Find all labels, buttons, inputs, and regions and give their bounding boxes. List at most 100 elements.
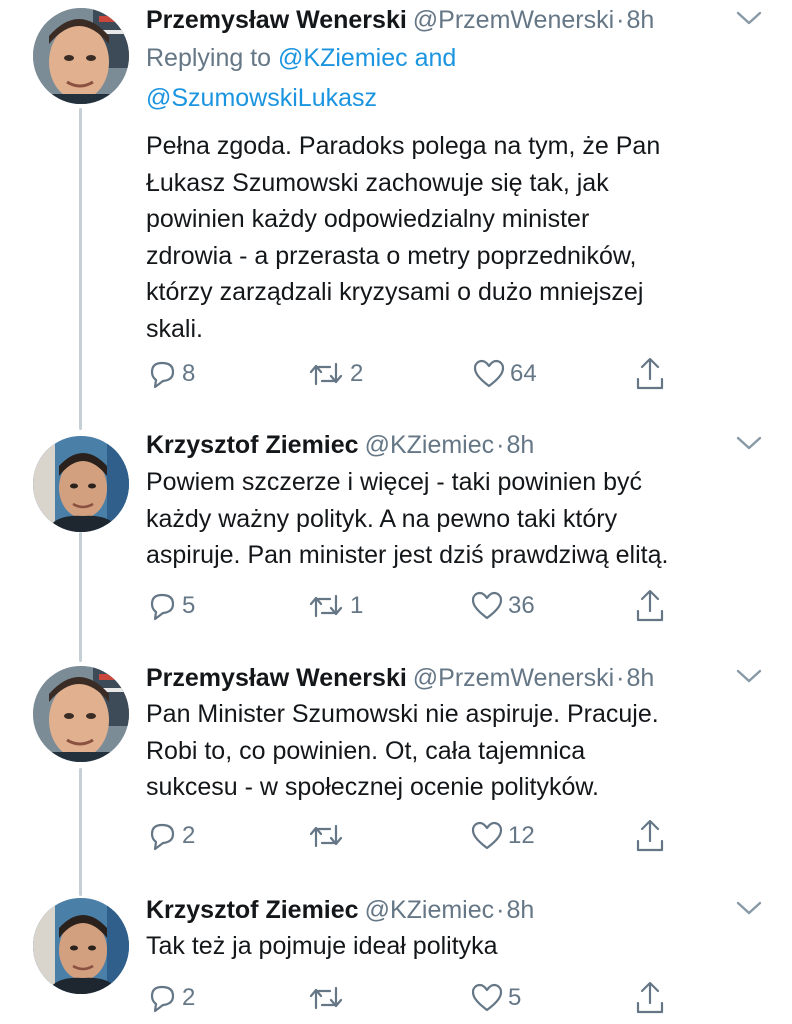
reply-button[interactable]: 2 bbox=[146, 976, 195, 1020]
tweet-text-line: powinien każdy odpowiedzialny minister bbox=[146, 205, 590, 233]
reply-button[interactable]: 2 bbox=[146, 814, 195, 858]
retweet-button[interactable] bbox=[306, 976, 350, 1020]
share-button[interactable] bbox=[634, 814, 666, 858]
replying-to-line-2: @SzumowskiLukasz bbox=[146, 80, 377, 116]
like-button[interactable]: 5 bbox=[470, 976, 521, 1020]
like-button[interactable]: 12 bbox=[470, 814, 535, 858]
retweet-icon bbox=[309, 594, 343, 618]
avatar[interactable] bbox=[33, 898, 129, 994]
time-separator: · bbox=[496, 896, 505, 924]
tweet-text: Powiem szczerze i więcej - taki powinien… bbox=[146, 464, 766, 574]
chevron-down-icon[interactable] bbox=[736, 10, 762, 26]
tweet-time[interactable]: 8h bbox=[626, 6, 654, 34]
tweet-text-line: Powiem szczerze i więcej - taki powinien… bbox=[146, 468, 643, 496]
like-button[interactable]: 36 bbox=[470, 584, 535, 628]
reply-and[interactable]: and bbox=[415, 44, 457, 72]
tweet-header: Krzysztof Ziemiec @KZiemiec·8h bbox=[146, 892, 762, 928]
tweet-actions: 2 12 bbox=[146, 814, 686, 858]
like-count: 64 bbox=[510, 360, 537, 387]
thread-line bbox=[79, 768, 82, 896]
author-name[interactable]: Krzysztof Ziemiec bbox=[146, 896, 359, 924]
author-handle[interactable]: @KZiemiec bbox=[365, 896, 495, 924]
share-icon bbox=[636, 819, 664, 852]
share-icon bbox=[636, 357, 664, 390]
reply-icon bbox=[150, 361, 175, 389]
like-count: 5 bbox=[508, 984, 522, 1011]
share-button[interactable] bbox=[634, 584, 666, 628]
reply-mention[interactable]: @SzumowskiLukasz bbox=[146, 84, 377, 112]
reply-button[interactable]: 5 bbox=[146, 584, 195, 628]
author-handle[interactable]: @KZiemiec bbox=[365, 431, 495, 459]
tweet-text: Pan Minister Szumowski nie aspiruje. Pra… bbox=[146, 696, 766, 806]
like-count: 36 bbox=[508, 592, 535, 619]
chevron-down-icon[interactable] bbox=[736, 668, 762, 684]
author-handle[interactable]: @PrzemWenerski bbox=[413, 664, 614, 692]
thread-line bbox=[79, 532, 82, 662]
tweet-header: Krzysztof Ziemiec @KZiemiec·8h bbox=[146, 427, 762, 463]
tweet-actions: 8 2 64 bbox=[146, 352, 686, 396]
thread-line bbox=[79, 108, 82, 430]
tweet-text-line: Tak też ja pojmuje ideał polityka bbox=[146, 932, 498, 960]
reply-count: 8 bbox=[182, 360, 196, 387]
chevron-down-icon[interactable] bbox=[736, 435, 762, 451]
author-handle[interactable]: @PrzemWenerski bbox=[413, 6, 614, 34]
tweet-header: Przemysław Wenerski @PrzemWenerski·8h bbox=[146, 2, 762, 38]
retweet-icon bbox=[309, 362, 343, 386]
reply-button[interactable]: 8 bbox=[146, 352, 195, 396]
avatar[interactable] bbox=[33, 8, 129, 104]
retweet-button[interactable]: 2 bbox=[306, 352, 363, 396]
tweet-actions: 2 5 bbox=[146, 976, 686, 1020]
retweet-icon bbox=[309, 986, 343, 1010]
time-separator: · bbox=[616, 664, 625, 692]
avatar[interactable] bbox=[33, 436, 129, 532]
heart-icon bbox=[471, 591, 503, 620]
reply-count: 5 bbox=[182, 592, 196, 619]
like-count: 12 bbox=[508, 822, 535, 849]
heart-icon bbox=[473, 359, 505, 388]
reply-icon bbox=[150, 985, 175, 1013]
author-name[interactable]: Przemysław Wenerski bbox=[146, 664, 407, 692]
tweet-text-line: sukcesu - w społecznej ocenie polityków. bbox=[146, 773, 600, 801]
author-name[interactable]: Przemysław Wenerski bbox=[146, 6, 407, 34]
replying-to: Replying to @KZiemiec and bbox=[146, 40, 456, 76]
share-icon bbox=[636, 981, 664, 1014]
chevron-down-icon[interactable] bbox=[736, 900, 762, 916]
share-button[interactable] bbox=[634, 976, 666, 1020]
replying-to-label: Replying to bbox=[146, 44, 272, 72]
tweet-text-line: Łukasz Szumowski zachowuje się tak, jak bbox=[146, 168, 609, 197]
tweet-time[interactable]: 8h bbox=[506, 896, 534, 924]
tweet-text: Tak też ja pojmuje ideał polityka bbox=[146, 928, 766, 965]
retweet-button[interactable] bbox=[306, 814, 350, 858]
time-separator: · bbox=[616, 6, 625, 34]
share-button[interactable] bbox=[634, 352, 666, 396]
reply-count: 2 bbox=[182, 822, 196, 849]
tweet-text-line: Robi to, co powinien. Ot, cała tajemnica bbox=[146, 736, 586, 765]
retweet-icon bbox=[309, 824, 343, 848]
tweet-text-line: którzy zarządzali kryzysami o dużo mniej… bbox=[146, 278, 644, 306]
heart-icon bbox=[471, 821, 503, 850]
tweet-time[interactable]: 8h bbox=[506, 431, 534, 459]
heart-icon bbox=[471, 983, 503, 1012]
tweet-text-line: skali. bbox=[146, 314, 203, 343]
reply-icon bbox=[150, 593, 175, 621]
retweet-count: 2 bbox=[350, 360, 364, 387]
retweet-count: 1 bbox=[350, 592, 364, 619]
tweet-text-line: aspiruje. Pan minister jest dziś prawdzi… bbox=[146, 541, 669, 569]
reply-mention[interactable]: @KZiemiec bbox=[278, 44, 408, 72]
tweet-text-line: każdy ważny polityk. A na pewno taki któ… bbox=[146, 504, 618, 533]
like-button[interactable]: 64 bbox=[472, 352, 537, 396]
avatar[interactable] bbox=[33, 666, 129, 762]
author-name[interactable]: Krzysztof Ziemiec bbox=[146, 431, 359, 459]
tweet-text-line: Pan Minister Szumowski nie aspiruje. Pra… bbox=[146, 700, 659, 728]
reply-count: 2 bbox=[182, 984, 196, 1011]
tweet-header: Przemysław Wenerski @PrzemWenerski·8h bbox=[146, 660, 762, 696]
tweet-text: Pełna zgoda. Paradoks polega na tym, że … bbox=[146, 128, 766, 347]
tweet-actions: 5 1 36 bbox=[146, 584, 686, 628]
tweet-text-line: Pełna zgoda. Paradoks polega na tym, że … bbox=[146, 132, 661, 160]
tweet-text-line: zdrowia - a przerasta o metry poprzednik… bbox=[146, 241, 637, 270]
time-separator: · bbox=[496, 431, 505, 459]
reply-icon bbox=[150, 823, 175, 851]
tweet-time[interactable]: 8h bbox=[626, 664, 654, 692]
retweet-button[interactable]: 1 bbox=[306, 584, 363, 628]
share-icon bbox=[636, 589, 664, 622]
